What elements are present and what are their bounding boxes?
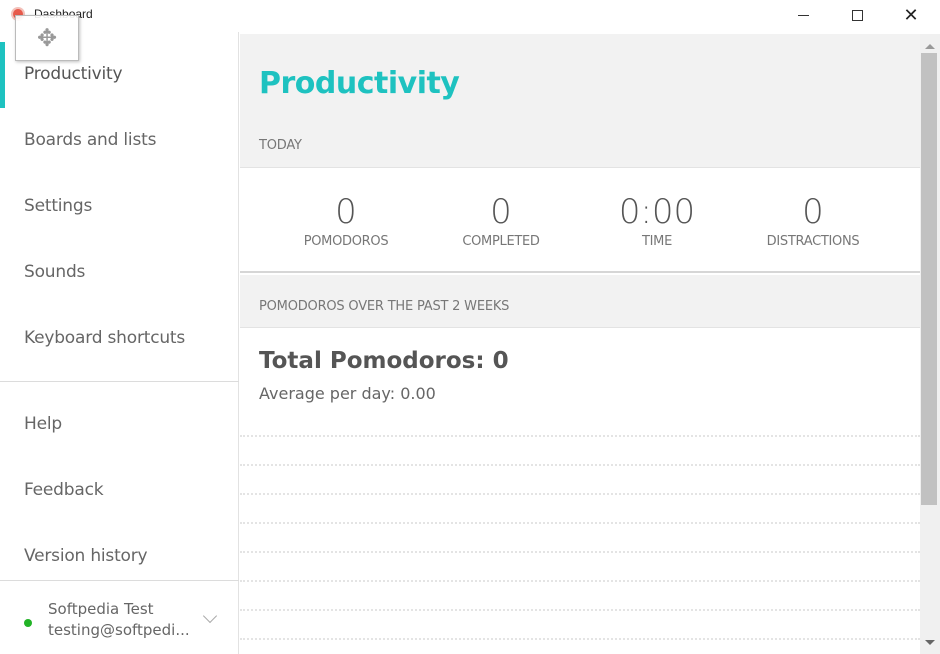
stat-value: 0 (335, 192, 357, 232)
stat-value: 0 (490, 192, 512, 232)
sidebar-divider (0, 381, 239, 382)
sidebar-item-sounds[interactable]: Sounds (24, 262, 85, 282)
sidebar-item-settings[interactable]: Settings (24, 196, 92, 216)
stat-pomodoros: 0 POMODOROS (268, 192, 424, 249)
today-stats-card: 0 POMODOROS 0 COMPLETED 0:00 TIME 0 DIST… (240, 167, 920, 273)
page-title: Productivity (259, 66, 460, 101)
chart-gridline (240, 609, 920, 611)
stat-value: 0 (802, 192, 824, 232)
stat-value: 0:00 (618, 192, 696, 232)
chart-gridline (240, 638, 920, 640)
weeks-section-label: POMODOROS OVER THE PAST 2 WEEKS (259, 299, 510, 314)
chart-gridline (240, 464, 920, 466)
online-status-icon (24, 619, 32, 627)
active-indicator (0, 42, 5, 108)
chart-gridline (240, 580, 920, 582)
stat-label: COMPLETED (462, 234, 540, 249)
chart-gridline (240, 493, 920, 495)
close-button[interactable]: ✕ (888, 0, 934, 30)
stat-label: TIME (641, 234, 672, 249)
user-email: testing@softpedi... (48, 621, 190, 639)
minimize-button[interactable] (780, 0, 826, 30)
stat-completed: 0 COMPLETED (423, 192, 579, 249)
minimize-icon (797, 14, 809, 16)
stat-distractions: 0 DISTRACTIONS (735, 192, 891, 249)
maximize-button[interactable] (834, 0, 880, 30)
user-name: Softpedia Test (48, 600, 154, 618)
sidebar-item-productivity[interactable]: Productivity (24, 64, 123, 84)
stat-label: POMODOROS (303, 234, 389, 249)
close-icon: ✕ (903, 5, 919, 25)
chart-gridline (240, 551, 920, 553)
move-cursor-icon: ✥ (15, 15, 79, 61)
maximize-icon (851, 9, 863, 21)
stat-time: 0:00 TIME (579, 192, 735, 249)
scroll-down-arrow-icon[interactable] (925, 640, 935, 645)
sidebar-item-help[interactable]: Help (24, 414, 62, 434)
chevron-down-icon[interactable] (202, 608, 218, 624)
scroll-up-arrow-icon[interactable] (925, 44, 935, 49)
user-account-menu[interactable]: Softpedia Test testing@softpedi... (0, 581, 239, 654)
sidebar-item-version-history[interactable]: Version history (24, 546, 148, 566)
sidebar-item-keyboard-shortcuts[interactable]: Keyboard shortcuts (24, 328, 185, 348)
chart-gridline (240, 435, 920, 437)
title-bar: Dashboard ✕ (0, 0, 940, 32)
today-section-label: TODAY (259, 138, 302, 153)
weeks-chart-card: Total Pomodoros: 0 Average per day: 0.00 (240, 328, 920, 654)
total-pomodoros: Total Pomodoros: 0 (259, 348, 509, 374)
vertical-scrollbar[interactable] (920, 34, 940, 654)
weeks-section-header: POMODOROS OVER THE PAST 2 WEEKS (240, 275, 920, 328)
sidebar: Productivity Boards and lists Settings S… (0, 32, 239, 654)
sidebar-item-feedback[interactable]: Feedback (24, 480, 104, 500)
productivity-panel: Productivity TODAY 0 POMODOROS 0 COMPLET… (240, 34, 920, 654)
scrollbar-thumb[interactable] (921, 53, 937, 505)
page-header: Productivity TODAY (240, 34, 920, 167)
sidebar-item-boards-and-lists[interactable]: Boards and lists (24, 130, 156, 150)
stat-label: DISTRACTIONS (766, 234, 860, 249)
chart-gridline (240, 522, 920, 524)
average-per-day: Average per day: 0.00 (259, 384, 436, 403)
